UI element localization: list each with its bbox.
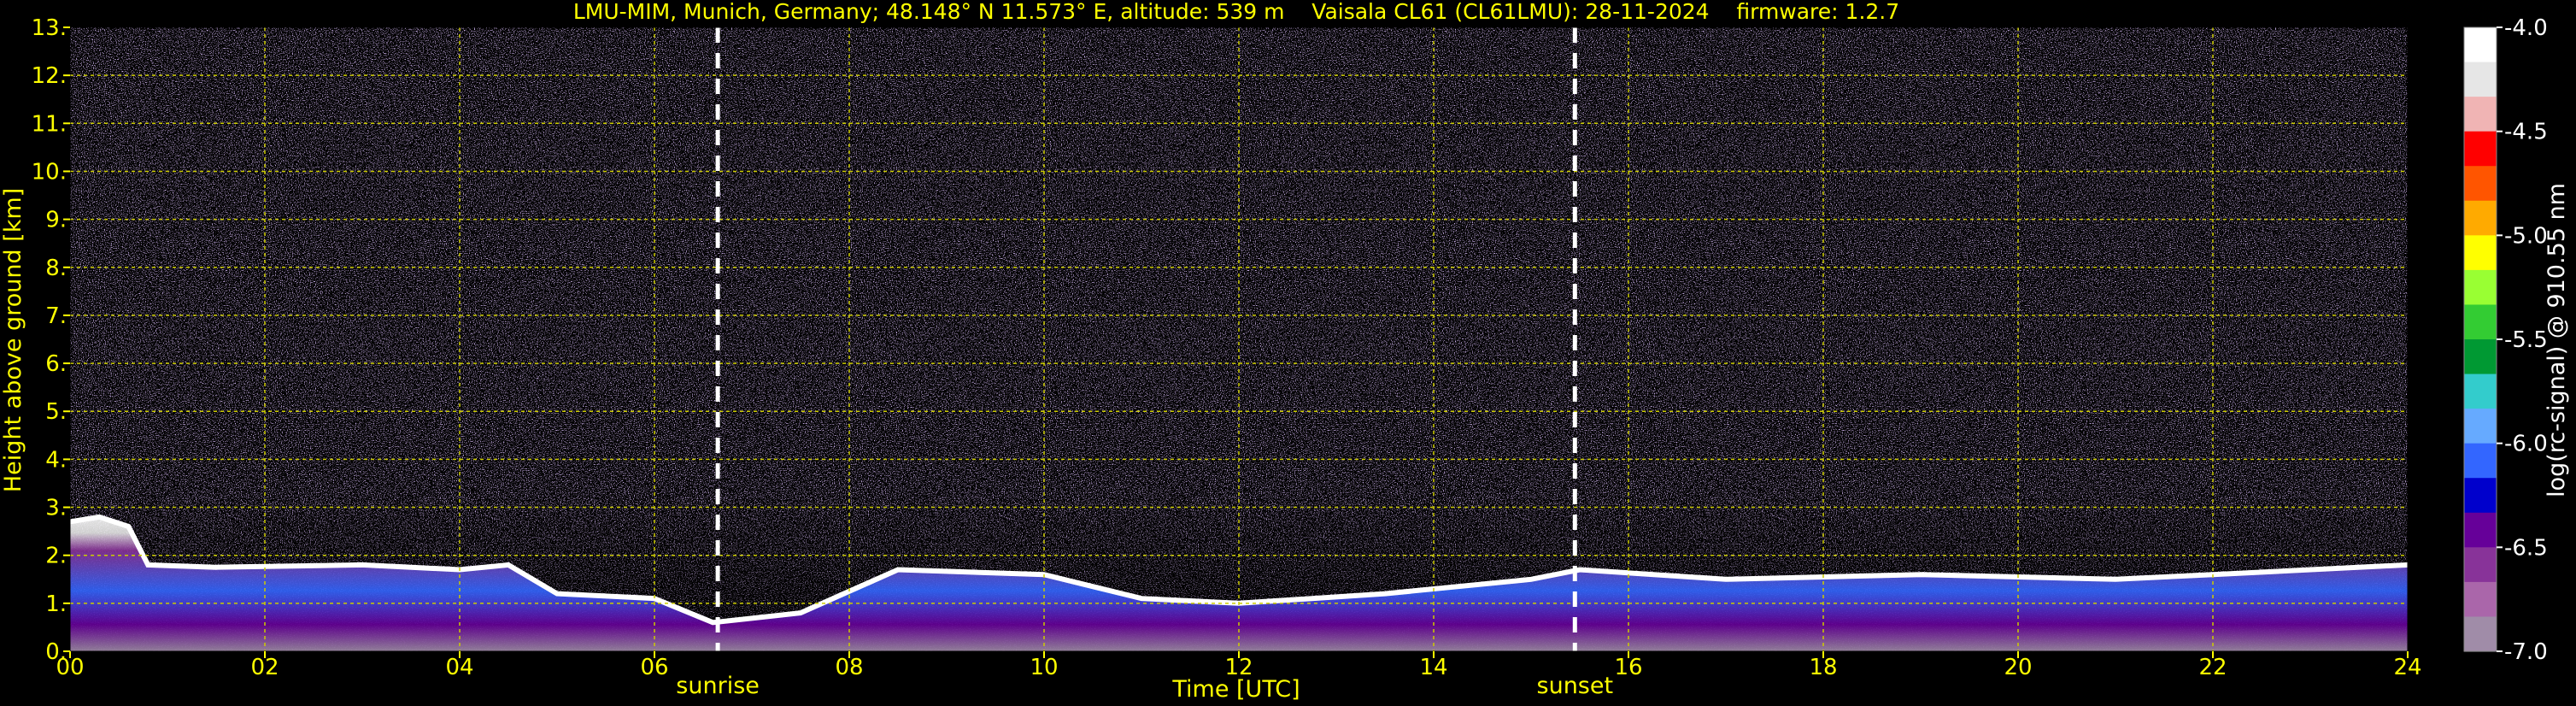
y-tick-label: 3. (45, 496, 67, 521)
colorbar-segment (2464, 339, 2497, 375)
y-tick-label: 1. (45, 591, 67, 617)
colorbar-tick-label: -5.0 (2504, 223, 2548, 249)
annotations: sunrise sunset (676, 673, 1613, 699)
colorbar-tick-label: -6.5 (2504, 535, 2548, 561)
x-tick-label: 22 (2198, 655, 2227, 680)
colorbar-segment (2464, 512, 2497, 548)
y-tick-label: 11. (32, 111, 67, 137)
x-axis-label: Time [UTC] (1171, 676, 1300, 703)
colorbar-segment (2464, 269, 2497, 306)
colorbar-segment (2464, 547, 2497, 583)
y-axis-ticks: 0.1.2.3.4.5.6.7.8.9.10.11.12.13. (32, 15, 70, 665)
colorbar (2463, 26, 2497, 652)
y-tick-label: 2. (45, 544, 67, 569)
colorbar-segment (2464, 97, 2497, 132)
sunrise-label: sunrise (676, 673, 760, 699)
x-tick-label: 16 (1614, 655, 1642, 680)
x-tick-label: 02 (250, 655, 279, 680)
colorbar-segment (2464, 27, 2497, 63)
colorbar-segment (2464, 200, 2497, 236)
y-tick-label: 12. (32, 63, 67, 89)
colorbar-tick-label: -4.5 (2504, 120, 2548, 145)
y-tick-label: 10. (32, 159, 67, 185)
x-tick-label: 10 (1030, 655, 1058, 680)
colorbar-ticks: -4.0 -4.5 -5.0 -5.5 -6.0 -6.5 -7.0 (2497, 15, 2548, 665)
plot-area (69, 26, 2409, 652)
y-tick-label: 5. (45, 399, 67, 425)
colorbar-segment (2464, 235, 2497, 271)
x-tick-label: 00 (56, 655, 84, 680)
y-tick-label: 4. (45, 447, 67, 473)
y-tick-label: 13. (32, 15, 67, 41)
x-tick-label: 18 (1809, 655, 1837, 680)
y-tick-label: 8. (45, 256, 67, 281)
colorbar-segment (2464, 304, 2497, 340)
x-tick-label: 20 (2004, 655, 2032, 680)
y-tick-label: 6. (45, 351, 67, 377)
colorbar-tick-label: -4.0 (2504, 15, 2548, 41)
ceilometer-figure: 0.1.2.3.4.5.6.7.8.9.10.11.12.13. 00 02 04 0… (0, 0, 2570, 703)
colorbar-tick-label: -7.0 (2504, 639, 2548, 665)
sunset-label: sunset (1537, 673, 1614, 699)
colorbar-segment (2464, 166, 2497, 202)
colorbar-segment (2464, 62, 2497, 97)
x-tick-label: 08 (835, 655, 863, 680)
colorbar-tick-label: -6.0 (2504, 432, 2548, 457)
colorbar-segment (2464, 374, 2497, 409)
colorbar-label: log(rc-signal) @ 910.55 nm (2544, 183, 2570, 497)
y-axis-label: Height above ground [km] (0, 188, 26, 492)
colorbar-segment (2464, 131, 2497, 167)
colorbar-segment (2464, 616, 2497, 652)
colorbar-segment (2464, 478, 2497, 514)
colorbar-tick-label: -5.5 (2504, 327, 2548, 353)
colorbar-segment (2464, 409, 2497, 444)
y-tick-label: 7. (45, 303, 67, 329)
chart-title: LMU-MIM, Munich, Germany; 48.148° N 11.5… (573, 0, 1899, 24)
x-tick-label: 14 (1419, 655, 1447, 680)
x-tick-label: 04 (445, 655, 473, 680)
y-tick-label: 9. (45, 208, 67, 233)
colorbar-segment (2464, 443, 2497, 479)
x-tick-label: 24 (2393, 655, 2421, 680)
x-tick-label: 06 (640, 655, 668, 680)
colorbar-segment (2464, 581, 2497, 618)
